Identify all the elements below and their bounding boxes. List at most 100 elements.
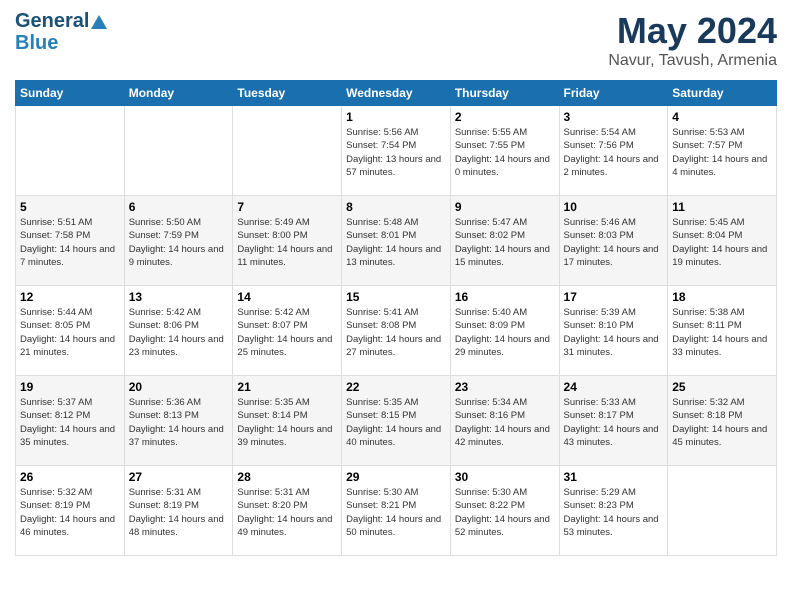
table-row: 16 Sunrise: 5:40 AMSunset: 8:09 PMDayligh… — [450, 286, 559, 376]
day-number: 28 — [237, 470, 337, 484]
header: General Blue May 2024 Navur, Tavush, Arm… — [15, 10, 777, 70]
table-row: 18 Sunrise: 5:38 AMSunset: 8:11 PMDayligh… — [668, 286, 777, 376]
table-row: 19 Sunrise: 5:37 AMSunset: 8:12 PMDayligh… — [16, 376, 125, 466]
day-number: 21 — [237, 380, 337, 394]
day-number: 14 — [237, 290, 337, 304]
day-number: 8 — [346, 200, 446, 214]
cell-info: Sunrise: 5:33 AMSunset: 8:17 PMDaylight:… — [564, 396, 664, 449]
table-row: 17 Sunrise: 5:39 AMSunset: 8:10 PMDayligh… — [559, 286, 668, 376]
table-row — [233, 106, 342, 196]
table-row — [124, 106, 233, 196]
cell-info: Sunrise: 5:51 AMSunset: 7:58 PMDaylight:… — [20, 216, 120, 269]
day-number: 4 — [672, 110, 772, 124]
day-number: 16 — [455, 290, 555, 304]
col-thursday: Thursday — [450, 81, 559, 106]
day-number: 13 — [129, 290, 229, 304]
day-number: 15 — [346, 290, 446, 304]
calendar-title: May 2024 — [608, 10, 777, 52]
cell-info: Sunrise: 5:47 AMSunset: 8:02 PMDaylight:… — [455, 216, 555, 269]
table-row: 21 Sunrise: 5:35 AMSunset: 8:14 PMDayligh… — [233, 376, 342, 466]
calendar-container: General Blue May 2024 Navur, Tavush, Arm… — [0, 0, 792, 566]
day-number: 18 — [672, 290, 772, 304]
cell-info: Sunrise: 5:34 AMSunset: 8:16 PMDaylight:… — [455, 396, 555, 449]
cell-info: Sunrise: 5:32 AMSunset: 8:19 PMDaylight:… — [20, 486, 120, 539]
day-number: 7 — [237, 200, 337, 214]
table-row: 1 Sunrise: 5:56 AMSunset: 7:54 PMDaylight… — [342, 106, 451, 196]
day-number: 20 — [129, 380, 229, 394]
day-number: 23 — [455, 380, 555, 394]
cell-info: Sunrise: 5:38 AMSunset: 8:11 PMDaylight:… — [672, 306, 772, 359]
cell-info: Sunrise: 5:46 AMSunset: 8:03 PMDaylight:… — [564, 216, 664, 269]
title-area: May 2024 Navur, Tavush, Armenia — [608, 10, 777, 70]
day-number: 11 — [672, 200, 772, 214]
table-row: 25Sunrise: 5:32 AMSunset: 8:18 PMDayligh… — [668, 376, 777, 466]
header-row: Sunday Monday Tuesday Wednesday Thursday… — [16, 81, 777, 106]
day-number: 12 — [20, 290, 120, 304]
table-row: 24 Sunrise: 5:33 AMSunset: 8:17 PMDayligh… — [559, 376, 668, 466]
table-row: 2 Sunrise: 5:55 AMSunset: 7:55 PMDaylight… — [450, 106, 559, 196]
calendar-subtitle: Navur, Tavush, Armenia — [608, 52, 777, 70]
table-row — [16, 106, 125, 196]
cell-info: Sunrise: 5:35 AMSunset: 8:14 PMDaylight:… — [237, 396, 337, 449]
day-number: 19 — [20, 380, 120, 394]
day-number: 9 — [455, 200, 555, 214]
day-number: 31 — [564, 470, 664, 484]
table-row: 27 Sunrise: 5:31 AMSunset: 8:19 PMDayligh… — [124, 466, 233, 556]
table-row: 26Sunrise: 5:32 AMSunset: 8:19 PMDayligh… — [16, 466, 125, 556]
cell-info: Sunrise: 5:55 AMSunset: 7:55 PMDaylight:… — [455, 126, 555, 179]
day-number: 30 — [455, 470, 555, 484]
table-row: 3 Sunrise: 5:54 AMSunset: 7:56 PMDaylight… — [559, 106, 668, 196]
col-tuesday: Tuesday — [233, 81, 342, 106]
day-number: 17 — [564, 290, 664, 304]
col-monday: Monday — [124, 81, 233, 106]
cell-info: Sunrise: 5:31 AMSunset: 8:20 PMDaylight:… — [237, 486, 337, 539]
cell-info: Sunrise: 5:45 AMSunset: 8:04 PMDaylight:… — [672, 216, 772, 269]
cell-info: Sunrise: 5:42 AMSunset: 8:07 PMDaylight:… — [237, 306, 337, 359]
cell-info: Sunrise: 5:50 AMSunset: 7:59 PMDaylight:… — [129, 216, 229, 269]
cell-info: Sunrise: 5:31 AMSunset: 8:19 PMDaylight:… — [129, 486, 229, 539]
cell-info: Sunrise: 5:54 AMSunset: 7:56 PMDaylight:… — [564, 126, 664, 179]
logo-general: General — [15, 10, 89, 32]
cell-info: Sunrise: 5:30 AMSunset: 8:22 PMDaylight:… — [455, 486, 555, 539]
week-row-4: 26Sunrise: 5:32 AMSunset: 8:19 PMDayligh… — [16, 466, 777, 556]
table-row: 6 Sunrise: 5:50 AMSunset: 7:59 PMDaylight… — [124, 196, 233, 286]
table-row: 30 Sunrise: 5:30 AMSunset: 8:22 PMDayligh… — [450, 466, 559, 556]
day-number: 24 — [564, 380, 664, 394]
table-row: 13 Sunrise: 5:42 AMSunset: 8:06 PMDayligh… — [124, 286, 233, 376]
day-number: 29 — [346, 470, 446, 484]
table-row: 23 Sunrise: 5:34 AMSunset: 8:16 PMDayligh… — [450, 376, 559, 466]
table-row: 7Sunrise: 5:49 AMSunset: 8:00 PMDaylight… — [233, 196, 342, 286]
table-row: 11 Sunrise: 5:45 AMSunset: 8:04 PMDayligh… — [668, 196, 777, 286]
logo-icon — [91, 13, 107, 29]
day-number: 6 — [129, 200, 229, 214]
cell-info: Sunrise: 5:35 AMSunset: 8:15 PMDaylight:… — [346, 396, 446, 449]
table-row: 15Sunrise: 5:41 AMSunset: 8:08 PMDayligh… — [342, 286, 451, 376]
col-friday: Friday — [559, 81, 668, 106]
day-number: 22 — [346, 380, 446, 394]
cell-info: Sunrise: 5:39 AMSunset: 8:10 PMDaylight:… — [564, 306, 664, 359]
table-row: 4 Sunrise: 5:53 AMSunset: 7:57 PMDaylight… — [668, 106, 777, 196]
cell-info: Sunrise: 5:30 AMSunset: 8:21 PMDaylight:… — [346, 486, 446, 539]
col-sunday: Sunday — [16, 81, 125, 106]
day-number: 2 — [455, 110, 555, 124]
day-number: 1 — [346, 110, 446, 124]
table-row: 28 Sunrise: 5:31 AMSunset: 8:20 PMDayligh… — [233, 466, 342, 556]
cell-info: Sunrise: 5:56 AMSunset: 7:54 PMDaylight:… — [346, 126, 446, 179]
cell-info: Sunrise: 5:40 AMSunset: 8:09 PMDaylight:… — [455, 306, 555, 359]
logo: General Blue — [15, 10, 107, 54]
table-row: 10 Sunrise: 5:46 AMSunset: 8:03 PMDayligh… — [559, 196, 668, 286]
day-number: 3 — [564, 110, 664, 124]
cell-info: Sunrise: 5:29 AMSunset: 8:23 PMDaylight:… — [564, 486, 664, 539]
logo-blue: Blue — [15, 32, 58, 54]
week-row-2: 12Sunrise: 5:44 AMSunset: 8:05 PMDayligh… — [16, 286, 777, 376]
week-row-0: 1 Sunrise: 5:56 AMSunset: 7:54 PMDaylight… — [16, 106, 777, 196]
cell-info: Sunrise: 5:42 AMSunset: 8:06 PMDaylight:… — [129, 306, 229, 359]
cell-info: Sunrise: 5:37 AMSunset: 8:12 PMDaylight:… — [20, 396, 120, 449]
cell-info: Sunrise: 5:53 AMSunset: 7:57 PMDaylight:… — [672, 126, 772, 179]
calendar-table: Sunday Monday Tuesday Wednesday Thursday… — [15, 80, 777, 556]
table-row: 14 Sunrise: 5:42 AMSunset: 8:07 PMDayligh… — [233, 286, 342, 376]
table-row: 8Sunrise: 5:48 AMSunset: 8:01 PMDaylight… — [342, 196, 451, 286]
table-row: 29 Sunrise: 5:30 AMSunset: 8:21 PMDayligh… — [342, 466, 451, 556]
day-number: 10 — [564, 200, 664, 214]
day-number: 27 — [129, 470, 229, 484]
